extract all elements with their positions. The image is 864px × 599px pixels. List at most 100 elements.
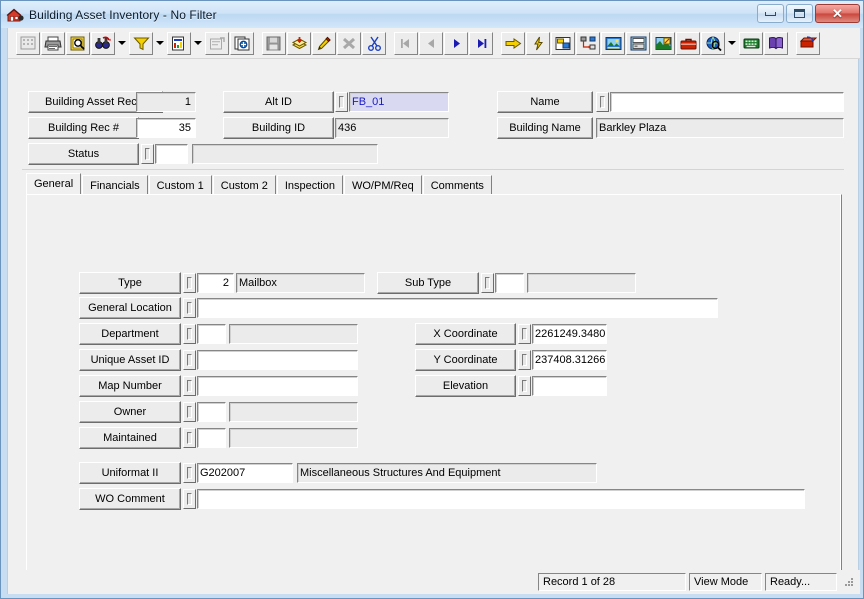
sub-type-lookup-button[interactable] xyxy=(481,273,494,293)
elevation-label[interactable]: Elevation xyxy=(415,375,516,397)
tab-inspection[interactable]: Inspection xyxy=(276,175,343,195)
globe-dropdown[interactable] xyxy=(726,32,738,55)
print-icon[interactable] xyxy=(41,31,65,55)
first-record-icon[interactable] xyxy=(394,31,418,55)
toolbox-icon[interactable] xyxy=(676,31,700,55)
unique-asset-id-label[interactable]: Unique Asset ID xyxy=(79,349,181,371)
y-coordinate-lookup-button[interactable] xyxy=(518,350,531,370)
name-label[interactable]: Name xyxy=(497,91,593,113)
building-name-label[interactable]: Building Name xyxy=(497,117,593,139)
print-preview-icon[interactable] xyxy=(66,31,90,55)
globe-search-icon[interactable] xyxy=(701,31,725,55)
name-field[interactable] xyxy=(610,92,844,112)
uniformat-ii-label[interactable]: Uniformat II xyxy=(79,462,181,484)
grid-icon[interactable] xyxy=(16,31,40,55)
type-lookup-button[interactable] xyxy=(183,273,196,293)
help-book-icon[interactable] xyxy=(764,31,788,55)
lookup-glyph xyxy=(522,354,527,366)
maintained-code-field[interactable] xyxy=(197,428,226,448)
wo-comment-field[interactable] xyxy=(197,489,805,509)
type-code-field[interactable]: 2 xyxy=(197,273,234,293)
report-icon[interactable] xyxy=(167,31,191,55)
owner-code-field[interactable] xyxy=(197,402,226,422)
unique-asset-id-lookup-button[interactable] xyxy=(183,350,196,370)
status-lookup-button[interactable] xyxy=(141,144,154,164)
department-lookup-button[interactable] xyxy=(183,324,196,344)
find-dropdown[interactable] xyxy=(116,32,128,55)
elevation-lookup-button[interactable] xyxy=(518,376,531,396)
uniformat-ii-lookup-button[interactable] xyxy=(183,463,196,483)
map-number-lookup-button[interactable] xyxy=(183,376,196,396)
cut-icon[interactable] xyxy=(362,31,386,55)
department-label[interactable]: Department xyxy=(79,323,181,345)
lightning-icon[interactable] xyxy=(526,31,550,55)
maximize-button[interactable] xyxy=(786,4,813,23)
building-rec-label[interactable]: Building Rec # xyxy=(28,117,139,139)
general-location-field[interactable] xyxy=(197,298,718,318)
alt-id-label[interactable]: Alt ID xyxy=(223,91,334,113)
edit-record-icon[interactable] xyxy=(312,31,336,55)
report-dropdown[interactable] xyxy=(192,32,204,55)
tab-custom-2[interactable]: Custom 2 xyxy=(212,175,276,195)
x-coordinate-field[interactable]: 2261249.3480 xyxy=(532,324,607,344)
map-icon[interactable] xyxy=(651,31,675,55)
general-location-label[interactable]: General Location xyxy=(79,297,181,319)
sub-type-label[interactable]: Sub Type xyxy=(377,272,479,294)
add-record-icon[interactable] xyxy=(287,31,311,55)
department-code-field[interactable] xyxy=(197,324,226,344)
minimize-button[interactable] xyxy=(757,4,784,23)
filter-funnel-icon[interactable] xyxy=(129,31,153,55)
type-label[interactable]: Type xyxy=(79,272,181,294)
x-coordinate-lookup-button[interactable] xyxy=(518,324,531,344)
goto-icon[interactable] xyxy=(501,31,525,55)
status-label[interactable]: Status xyxy=(28,143,139,165)
uniformat-ii-code-field[interactable]: G202007 xyxy=(197,463,293,483)
delete-record-icon[interactable] xyxy=(337,31,361,55)
maintained-lookup-button[interactable] xyxy=(183,428,196,448)
tab-general[interactable]: General xyxy=(26,173,82,195)
fax-icon[interactable] xyxy=(626,31,650,55)
copy-record-icon[interactable] xyxy=(230,31,254,55)
wo-comment-label[interactable]: WO Comment xyxy=(79,488,181,510)
previous-record-icon[interactable] xyxy=(419,31,443,55)
resize-grip[interactable] xyxy=(840,574,856,590)
building-id-label[interactable]: Building ID xyxy=(223,117,334,139)
y-coordinate-label[interactable]: Y Coordinate xyxy=(415,349,516,371)
title-bar[interactable]: Building Asset Inventory - No Filter ✕ xyxy=(1,1,863,28)
alt-id-field[interactable]: FB_01 xyxy=(349,92,449,112)
x-coordinate-label[interactable]: X Coordinate xyxy=(415,323,516,345)
tab-financials[interactable]: Financials xyxy=(82,175,148,195)
close-button[interactable]: ✕ xyxy=(815,4,860,23)
minimize-glyph xyxy=(765,11,776,16)
tree-icon[interactable] xyxy=(576,31,600,55)
tab-label: Custom 2 xyxy=(220,179,268,192)
exit-icon[interactable] xyxy=(796,31,820,55)
sub-type-code-field[interactable] xyxy=(495,273,524,293)
map-number-label[interactable]: Map Number xyxy=(79,375,181,397)
image-icon[interactable] xyxy=(601,31,625,55)
building-rec-field[interactable]: 35 xyxy=(136,118,196,138)
owner-lookup-button[interactable] xyxy=(183,402,196,422)
tab-wo-pm-req[interactable]: WO/PM/Req xyxy=(343,175,422,195)
y-coordinate-field[interactable]: 237408.31266 xyxy=(532,350,607,370)
save-icon[interactable] xyxy=(262,31,286,55)
general-location-lookup-button[interactable] xyxy=(183,298,196,318)
unique-asset-id-field[interactable] xyxy=(197,350,358,370)
name-lookup-button[interactable] xyxy=(596,92,609,112)
filter-dropdown[interactable] xyxy=(154,32,166,55)
keyboard-icon[interactable] xyxy=(739,31,763,55)
alt-id-lookup-button[interactable] xyxy=(335,92,348,112)
last-record-icon[interactable] xyxy=(469,31,493,55)
tab-comments[interactable]: Comments xyxy=(422,175,492,195)
layout-icon[interactable] xyxy=(551,31,575,55)
properties-icon[interactable] xyxy=(205,31,229,55)
owner-label[interactable]: Owner xyxy=(79,401,181,423)
status-code-field[interactable] xyxy=(155,144,188,164)
find-icon[interactable] xyxy=(91,31,115,55)
next-record-icon[interactable] xyxy=(444,31,468,55)
map-number-field[interactable] xyxy=(197,376,358,396)
tab-custom-1[interactable]: Custom 1 xyxy=(148,175,212,195)
elevation-field[interactable] xyxy=(532,376,607,396)
wo-comment-lookup-button[interactable] xyxy=(183,489,196,509)
maintained-label[interactable]: Maintained xyxy=(79,427,181,449)
